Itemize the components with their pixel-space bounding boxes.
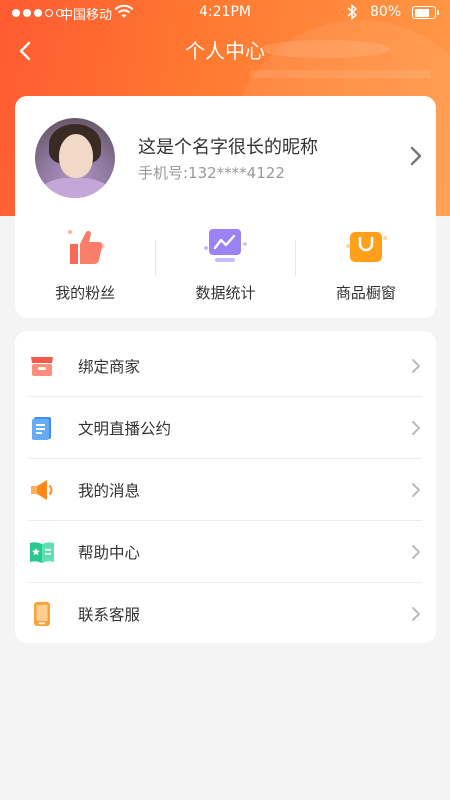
page-title: 个人中心 [185, 39, 265, 63]
divider [295, 240, 296, 276]
chevron-right-icon [412, 545, 420, 559]
menu-item-label: 联系客服 [78, 606, 141, 624]
chevron-right-icon[interactable] [408, 144, 424, 168]
chevron-right-icon [412, 359, 420, 373]
document-icon [32, 417, 51, 440]
store-icon [31, 357, 53, 376]
stat-fans[interactable]: 我的粉丝 [15, 224, 155, 304]
menu-item-label: 文明直播公约 [78, 420, 172, 438]
avatar[interactable] [35, 118, 115, 198]
menu-item-my-messages[interactable]: 我的消息 [15, 459, 436, 521]
profile-card: 这是个名字很长的昵称 手机号:132****4122 我的粉丝 数据统计 商品橱… [15, 96, 436, 318]
divider [155, 240, 156, 276]
menu-item-label: 绑定商家 [78, 358, 141, 376]
shopping-bag-icon [345, 232, 387, 262]
stat-label: 商品橱窗 [335, 284, 396, 302]
chevron-right-icon [412, 421, 420, 435]
nickname: 这是个名字很长的昵称 [138, 137, 318, 158]
chart-icon [204, 229, 248, 262]
menu-item-help-center[interactable]: 帮助中心 [15, 521, 436, 583]
megaphone-icon [31, 480, 53, 500]
stat-showcase[interactable]: 商品橱窗 [296, 224, 436, 304]
help-book-icon [30, 542, 54, 563]
battery-percent: 80% [370, 4, 402, 20]
bluetooth-icon [347, 4, 358, 20]
menu-item-bind-merchant[interactable]: 绑定商家 [15, 335, 436, 397]
menu-item-label: 帮助中心 [78, 544, 141, 562]
phone-number: 手机号:132****4122 [138, 164, 285, 182]
menu-item-contact-service[interactable]: 联系客服 [15, 583, 436, 645]
stats-row: 我的粉丝 数据统计 商品橱窗 [15, 224, 436, 304]
stat-data[interactable]: 数据统计 [155, 224, 295, 304]
chevron-right-icon [412, 483, 420, 497]
menu-item-civilized-pact[interactable]: 文明直播公约 [15, 397, 436, 459]
battery-icon [412, 6, 439, 19]
status-bar: 中国移动 4:21PM 80% [0, 0, 450, 26]
stat-label: 数据统计 [195, 284, 256, 302]
stat-label: 我的粉丝 [55, 284, 116, 302]
chevron-right-icon [412, 607, 420, 621]
menu-card: 绑定商家 文明直播公约 我的消息 帮助中心 联系客服 [15, 331, 436, 643]
thumbs-up-icon [68, 230, 105, 264]
menu-item-label: 我的消息 [78, 482, 141, 500]
phone-icon [34, 602, 50, 626]
